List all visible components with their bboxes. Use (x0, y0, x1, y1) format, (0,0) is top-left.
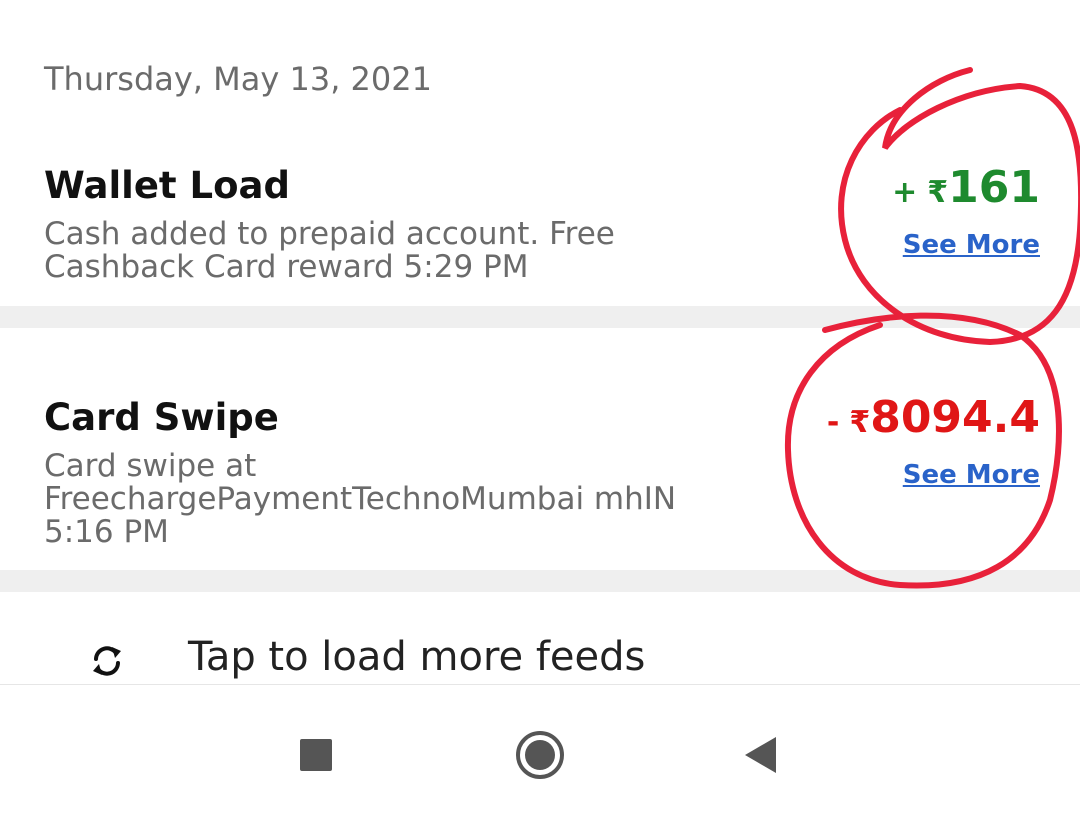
see-more-link[interactable]: See More (903, 230, 1040, 260)
divider (0, 306, 1080, 328)
transaction-amount: - ₹8094.4 (827, 392, 1040, 443)
amount-sign: - (826, 405, 840, 440)
currency-symbol: ₹ (927, 175, 949, 210)
transaction-amount: + ₹161 (892, 162, 1040, 213)
transaction-item-wallet-load[interactable]: Wallet Load Cash added to prepaid accoun… (0, 140, 1080, 306)
refresh-icon (93, 646, 121, 676)
amount-value: 8094.4 (870, 392, 1040, 443)
transaction-title: Card Swipe (44, 396, 279, 439)
back-triangle-icon[interactable] (730, 725, 790, 785)
currency-symbol: ₹ (849, 405, 871, 440)
home-circle-icon[interactable] (510, 725, 570, 785)
load-more-button[interactable]: Tap to load more feeds (0, 630, 1080, 685)
transaction-feed-screen: Thursday, May 13, 2021 Wallet Load Cash … (0, 0, 1080, 814)
system-navigation-bar (0, 684, 1080, 814)
transaction-title: Wallet Load (44, 164, 290, 207)
amount-value: 161 (948, 162, 1040, 213)
load-more-label: Tap to load more feeds (188, 634, 646, 680)
transaction-description: Card swipe at FreechargePaymentTechnoMum… (44, 448, 677, 550)
recents-square-icon[interactable] (286, 725, 346, 785)
see-more-link[interactable]: See More (903, 460, 1040, 490)
transaction-item-card-swipe[interactable]: Card Swipe Card swipe at FreechargePayme… (0, 328, 1080, 570)
divider (0, 570, 1080, 592)
amount-sign: + (892, 175, 918, 210)
transaction-description: Cash added to prepaid account. Free Cash… (44, 216, 615, 285)
date-header: Thursday, May 13, 2021 (44, 60, 432, 98)
